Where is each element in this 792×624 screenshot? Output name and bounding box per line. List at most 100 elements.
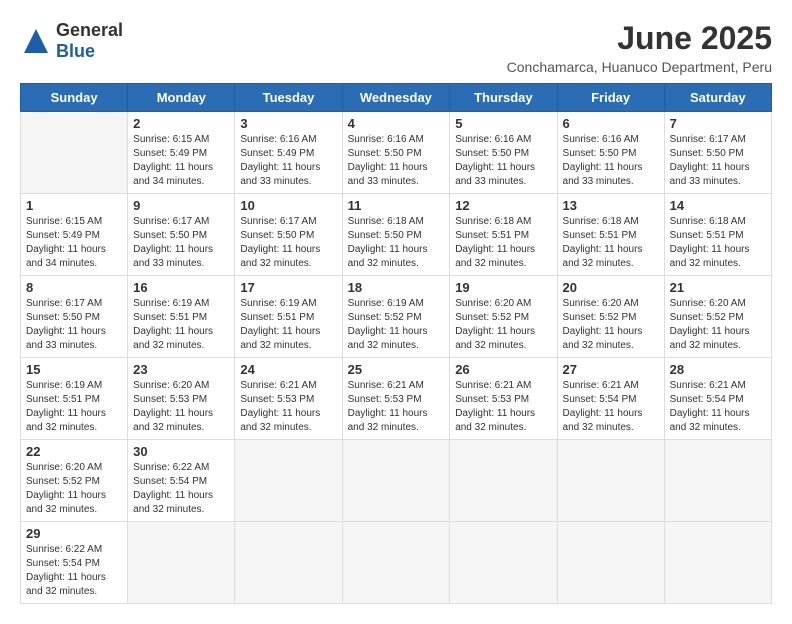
- calendar-header-row: SundayMondayTuesdayWednesdayThursdayFrid…: [21, 84, 772, 112]
- cell-info: Sunrise: 6:20 AM Sunset: 5:52 PM Dayligh…: [670, 297, 766, 353]
- calendar-cell: 23 Sunrise: 6:20 AM Sunset: 5:53 PM Dayli…: [128, 358, 235, 440]
- calendar-week-row: 8Sunrise: 6:17 AM Sunset: 5:50 PM Daylig…: [21, 276, 772, 358]
- calendar-cell: 4 Sunrise: 6:16 AM Sunset: 5:50 PM Daylig…: [342, 112, 450, 194]
- calendar-cell: [450, 440, 557, 522]
- day-number: 24: [240, 362, 336, 377]
- weekday-header: Thursday: [450, 84, 557, 112]
- cell-info: Sunrise: 6:17 AM Sunset: 5:50 PM Dayligh…: [133, 215, 229, 271]
- cell-info: Sunrise: 6:17 AM Sunset: 5:50 PM Dayligh…: [670, 133, 766, 189]
- calendar-cell: 21 Sunrise: 6:20 AM Sunset: 5:52 PM Dayli…: [664, 276, 771, 358]
- cell-info: Sunrise: 6:18 AM Sunset: 5:50 PM Dayligh…: [348, 215, 445, 271]
- calendar-cell: 15Sunrise: 6:19 AM Sunset: 5:51 PM Dayli…: [21, 358, 128, 440]
- calendar-cell: 2 Sunrise: 6:15 AM Sunset: 5:49 PM Daylig…: [128, 112, 235, 194]
- calendar-week-row: 15Sunrise: 6:19 AM Sunset: 5:51 PM Dayli…: [21, 358, 772, 440]
- month-title: June 2025: [507, 20, 772, 57]
- day-number: 21: [670, 280, 766, 295]
- calendar-cell: 12 Sunrise: 6:18 AM Sunset: 5:51 PM Dayli…: [450, 194, 557, 276]
- calendar-cell: 19Sunrise: 6:20 AM Sunset: 5:52 PM Dayli…: [450, 276, 557, 358]
- cell-info: Sunrise: 6:16 AM Sunset: 5:50 PM Dayligh…: [455, 133, 551, 189]
- calendar-cell: 6Sunrise: 6:16 AM Sunset: 5:50 PM Daylig…: [557, 112, 664, 194]
- day-number: 2: [133, 116, 229, 131]
- logo-blue: Blue: [56, 41, 95, 61]
- calendar-week-row: 22 Sunrise: 6:20 AM Sunset: 5:52 PM Dayli…: [21, 440, 772, 522]
- day-number: 18: [348, 280, 445, 295]
- day-number: 25: [348, 362, 445, 377]
- day-number: 30: [133, 444, 229, 459]
- logo-icon: [20, 25, 52, 57]
- day-number: 13: [563, 198, 659, 213]
- day-number: 29: [26, 526, 122, 541]
- calendar-cell: [557, 522, 664, 604]
- calendar-cell: 25Sunrise: 6:21 AM Sunset: 5:53 PM Dayli…: [342, 358, 450, 440]
- weekday-header: Friday: [557, 84, 664, 112]
- cell-info: Sunrise: 6:16 AM Sunset: 5:50 PM Dayligh…: [348, 133, 445, 189]
- cell-info: Sunrise: 6:15 AM Sunset: 5:49 PM Dayligh…: [133, 133, 229, 189]
- day-number: 20: [563, 280, 659, 295]
- weekday-header: Sunday: [21, 84, 128, 112]
- day-number: 6: [563, 116, 659, 131]
- calendar-cell: [235, 440, 342, 522]
- day-number: 9: [133, 198, 229, 213]
- calendar-cell: 5 Sunrise: 6:16 AM Sunset: 5:50 PM Daylig…: [450, 112, 557, 194]
- location-title: Conchamarca, Huanuco Department, Peru: [507, 59, 772, 75]
- calendar-cell: 10Sunrise: 6:17 AM Sunset: 5:50 PM Dayli…: [235, 194, 342, 276]
- day-number: 4: [348, 116, 445, 131]
- calendar-cell: 20Sunrise: 6:20 AM Sunset: 5:52 PM Dayli…: [557, 276, 664, 358]
- calendar-cell: 18 Sunrise: 6:19 AM Sunset: 5:52 PM Dayli…: [342, 276, 450, 358]
- calendar-cell: [342, 440, 450, 522]
- day-number: 16: [133, 280, 229, 295]
- logo: General Blue: [20, 20, 123, 62]
- day-number: 10: [240, 198, 336, 213]
- calendar-cell: 14Sunrise: 6:18 AM Sunset: 5:51 PM Dayli…: [664, 194, 771, 276]
- cell-info: Sunrise: 6:21 AM Sunset: 5:54 PM Dayligh…: [670, 379, 766, 435]
- calendar-cell: 29Sunrise: 6:22 AM Sunset: 5:54 PM Dayli…: [21, 522, 128, 604]
- calendar-cell: 24 Sunrise: 6:21 AM Sunset: 5:53 PM Dayli…: [235, 358, 342, 440]
- cell-info: Sunrise: 6:20 AM Sunset: 5:53 PM Dayligh…: [133, 379, 229, 435]
- cell-info: Sunrise: 6:21 AM Sunset: 5:54 PM Dayligh…: [563, 379, 659, 435]
- day-number: 7: [670, 116, 766, 131]
- day-number: 1: [26, 198, 122, 213]
- cell-info: Sunrise: 6:18 AM Sunset: 5:51 PM Dayligh…: [455, 215, 551, 271]
- day-number: 12: [455, 198, 551, 213]
- cell-info: Sunrise: 6:20 AM Sunset: 5:52 PM Dayligh…: [455, 297, 551, 353]
- day-number: 23: [133, 362, 229, 377]
- cell-info: Sunrise: 6:19 AM Sunset: 5:51 PM Dayligh…: [133, 297, 229, 353]
- calendar-cell: [664, 522, 771, 604]
- day-number: 27: [563, 362, 659, 377]
- calendar-cell: 16 Sunrise: 6:19 AM Sunset: 5:51 PM Dayli…: [128, 276, 235, 358]
- calendar-cell: 7 Sunrise: 6:17 AM Sunset: 5:50 PM Daylig…: [664, 112, 771, 194]
- day-number: 22: [26, 444, 122, 459]
- calendar-cell: [664, 440, 771, 522]
- cell-info: Sunrise: 6:19 AM Sunset: 5:51 PM Dayligh…: [240, 297, 336, 353]
- calendar-cell: 27 Sunrise: 6:21 AM Sunset: 5:54 PM Dayli…: [557, 358, 664, 440]
- weekday-header: Tuesday: [235, 84, 342, 112]
- weekday-header: Saturday: [664, 84, 771, 112]
- cell-info: Sunrise: 6:20 AM Sunset: 5:52 PM Dayligh…: [26, 461, 122, 517]
- calendar-week-row: 1Sunrise: 6:15 AM Sunset: 5:49 PM Daylig…: [21, 194, 772, 276]
- cell-info: Sunrise: 6:21 AM Sunset: 5:53 PM Dayligh…: [455, 379, 551, 435]
- calendar-week-row: 2 Sunrise: 6:15 AM Sunset: 5:49 PM Daylig…: [21, 112, 772, 194]
- weekday-header: Monday: [128, 84, 235, 112]
- cell-info: Sunrise: 6:21 AM Sunset: 5:53 PM Dayligh…: [240, 379, 336, 435]
- logo-general: General: [56, 20, 123, 40]
- calendar-cell: 26 Sunrise: 6:21 AM Sunset: 5:53 PM Dayli…: [450, 358, 557, 440]
- day-number: 3: [240, 116, 336, 131]
- day-number: 17: [240, 280, 336, 295]
- cell-info: Sunrise: 6:19 AM Sunset: 5:51 PM Dayligh…: [26, 379, 122, 435]
- calendar-cell: 17 Sunrise: 6:19 AM Sunset: 5:51 PM Dayli…: [235, 276, 342, 358]
- day-number: 5: [455, 116, 551, 131]
- day-number: 28: [670, 362, 766, 377]
- day-number: 26: [455, 362, 551, 377]
- cell-info: Sunrise: 6:19 AM Sunset: 5:52 PM Dayligh…: [348, 297, 445, 353]
- calendar-cell: 30Sunrise: 6:22 AM Sunset: 5:54 PM Dayli…: [128, 440, 235, 522]
- calendar-table: SundayMondayTuesdayWednesdayThursdayFrid…: [20, 83, 772, 604]
- calendar-cell: [342, 522, 450, 604]
- title-area: June 2025 Conchamarca, Huanuco Departmen…: [507, 20, 772, 75]
- day-number: 14: [670, 198, 766, 213]
- calendar-cell: [557, 440, 664, 522]
- calendar-cell: 22 Sunrise: 6:20 AM Sunset: 5:52 PM Dayli…: [21, 440, 128, 522]
- weekday-header: Wednesday: [342, 84, 450, 112]
- cell-info: Sunrise: 6:16 AM Sunset: 5:49 PM Dayligh…: [240, 133, 336, 189]
- day-number: 11: [348, 198, 445, 213]
- calendar-cell: 9 Sunrise: 6:17 AM Sunset: 5:50 PM Daylig…: [128, 194, 235, 276]
